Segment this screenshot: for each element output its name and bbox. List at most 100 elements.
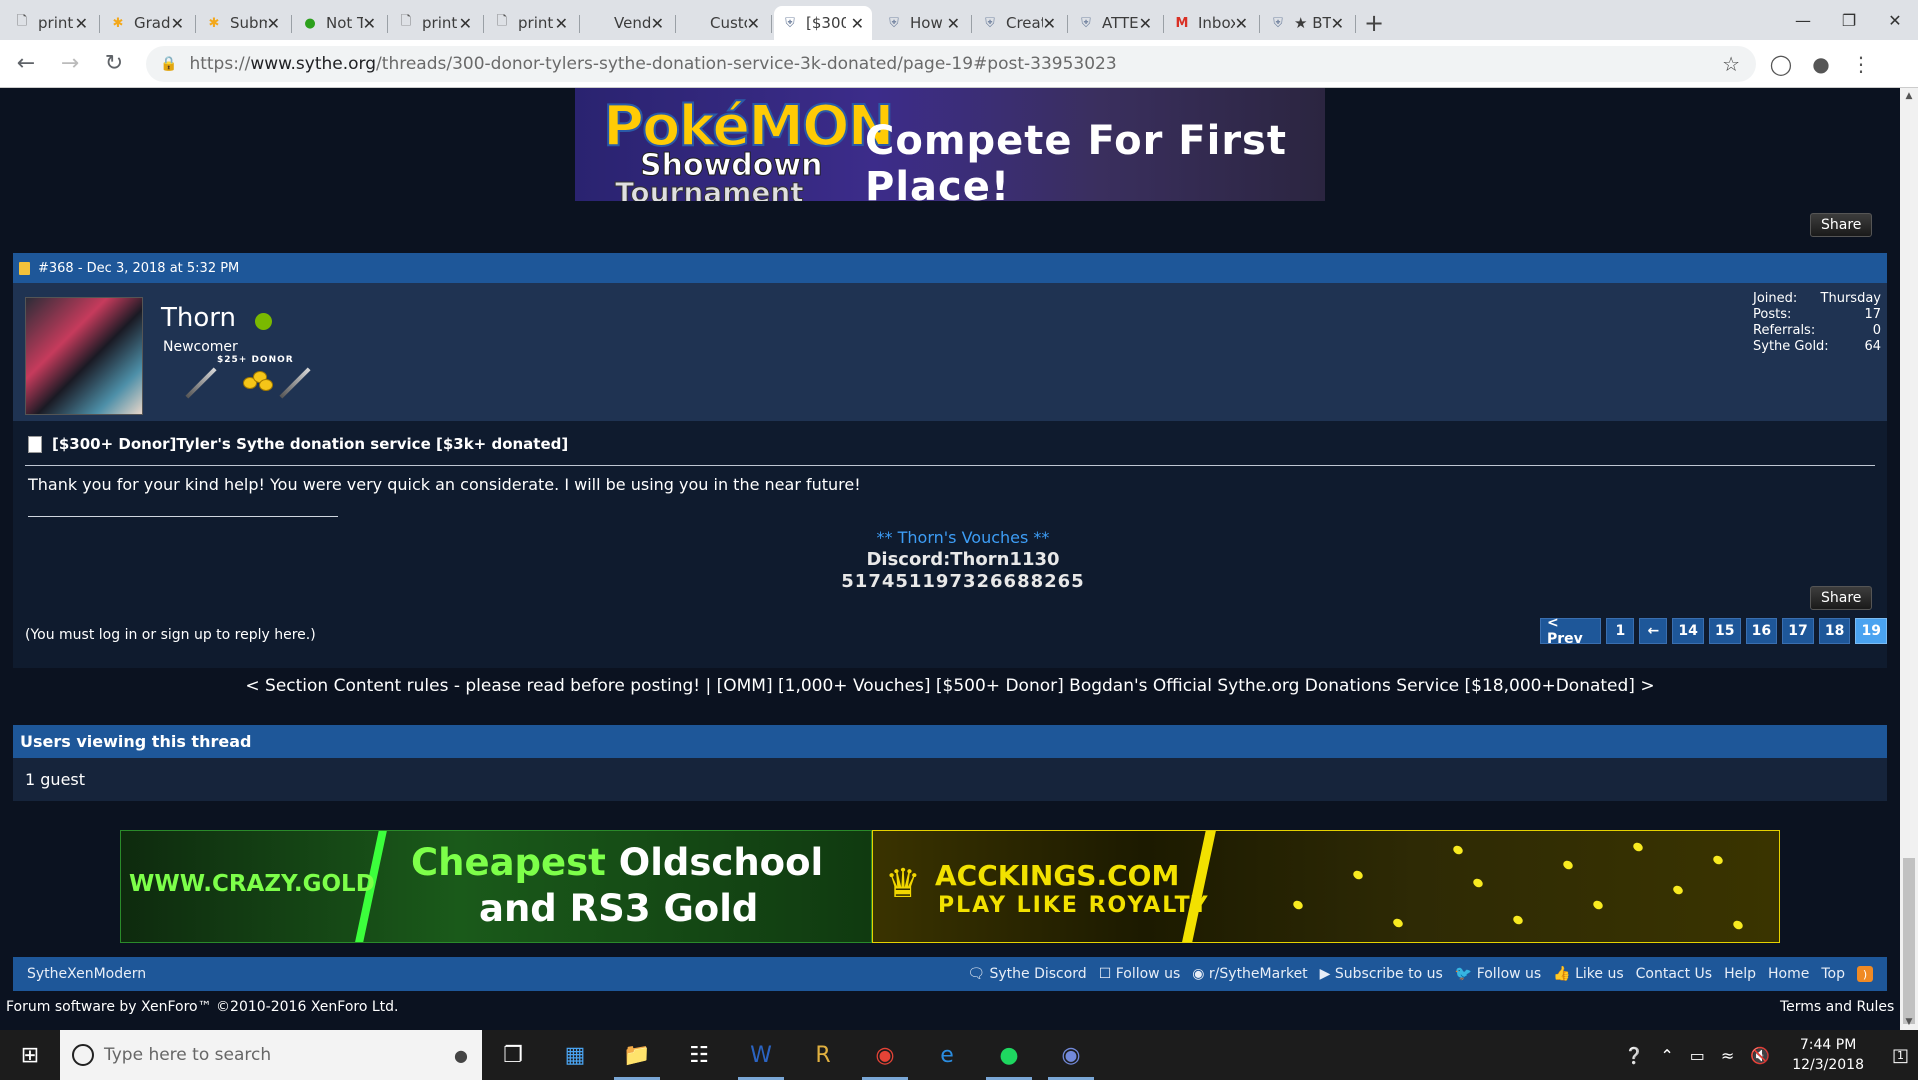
back-button[interactable]: ← xyxy=(8,46,44,82)
footer-link[interactable]: 🐦 Follow us xyxy=(1455,966,1541,982)
windows-start-icon[interactable]: ⊞ xyxy=(0,1030,60,1080)
close-icon[interactable]: ✕ xyxy=(947,14,960,33)
bookmark-star-icon[interactable]: ☆ xyxy=(1722,52,1740,76)
close-icon[interactable]: ✕ xyxy=(75,14,88,33)
page-button[interactable]: 19 xyxy=(1855,618,1887,644)
close-icon[interactable]: ✕ xyxy=(1331,14,1344,33)
extension-icon[interactable]: ◯ xyxy=(1766,49,1796,79)
browser-tab[interactable]: 🗋 print ✕ xyxy=(486,6,580,40)
pokemon-tournament-banner[interactable]: PokéMON Showdown Tournament Compete For … xyxy=(575,88,1325,201)
share-button[interactable]: Share xyxy=(1810,586,1873,610)
browser-tab[interactable]: Custo✕ xyxy=(678,6,772,40)
page-button[interactable]: 17 xyxy=(1782,618,1814,644)
menu-kebab-icon[interactable]: ⋮ xyxy=(1846,49,1876,79)
page-button[interactable]: 15 xyxy=(1708,618,1741,644)
page-button[interactable]: 18 xyxy=(1818,618,1851,644)
wifi-icon[interactable]: ≈ xyxy=(1721,1046,1734,1065)
close-icon[interactable]: ✕ xyxy=(171,14,184,33)
new-tab-button[interactable]: + xyxy=(1364,6,1384,40)
page-button[interactable]: 16 xyxy=(1745,618,1778,644)
browser-tab[interactable]: ⛨ ATTE ✕ xyxy=(1070,6,1164,40)
thread-title[interactable]: [$300+ Donor]Tyler's Sythe donation serv… xyxy=(52,435,568,453)
footer-link[interactable]: 🗨 Sythe Discord xyxy=(967,966,1086,982)
browser-tab[interactable]: ⛨ Creat ✕ xyxy=(974,6,1068,40)
restore-icon[interactable]: ❐ xyxy=(1826,0,1872,40)
footer-link[interactable]: Help xyxy=(1724,966,1756,982)
footer-link[interactable]: Top xyxy=(1821,966,1845,982)
reload-button[interactable]: ↻ xyxy=(96,46,132,82)
username-link[interactable]: Thorn xyxy=(161,303,236,333)
chrome-icon[interactable]: ◉ xyxy=(854,1030,916,1080)
avatar[interactable] xyxy=(25,297,143,415)
forward-button[interactable]: → xyxy=(52,46,88,82)
share-button-top[interactable]: Share xyxy=(1810,213,1873,237)
close-icon[interactable]: ✕ xyxy=(555,14,568,33)
notification-center-icon[interactable]: □ 1 xyxy=(1878,1045,1918,1066)
vouches-link[interactable]: ** Thorn's Vouches ** xyxy=(713,527,1213,549)
footer-link[interactable]: Contact Us xyxy=(1636,966,1712,982)
prev-page-button[interactable]: < Prev xyxy=(1540,615,1602,647)
close-icon[interactable]: ✕ xyxy=(363,14,376,33)
spotify-icon[interactable]: ● xyxy=(978,1030,1040,1080)
scroll-down-icon[interactable]: ▼ xyxy=(1900,1014,1918,1030)
footer-link[interactable]: ▶ Subscribe to us xyxy=(1320,966,1443,982)
crazy-gold-ad[interactable]: WWW.CRAZY.GOLD Cheapest Oldschool and RS… xyxy=(120,830,872,943)
chevron-up-icon[interactable]: ⌃ xyxy=(1660,1046,1673,1065)
url-input[interactable]: 🔒 https://www.sythe.org/threads/300-dono… xyxy=(146,45,1756,82)
battery-icon[interactable]: ▭ xyxy=(1690,1046,1705,1065)
terms-link[interactable]: Terms and Rules xyxy=(1780,999,1894,1015)
browser-tab[interactable]: 🗋 print ✕ xyxy=(390,6,484,40)
volume-muted-icon[interactable]: 🔇 xyxy=(1750,1046,1770,1065)
close-icon[interactable]: ✕ xyxy=(851,14,864,33)
taskbar-clock[interactable]: 7:44 PM 12/3/2018 xyxy=(1792,1035,1864,1075)
footer-link[interactable]: Home xyxy=(1768,966,1809,982)
browser-tab[interactable]: ● Not T ✕ xyxy=(294,6,388,40)
file-explorer-icon[interactable]: 📁 xyxy=(606,1030,668,1080)
word-icon[interactable]: W xyxy=(730,1030,792,1080)
profile-icon[interactable]: ● xyxy=(1806,49,1836,79)
footer-link[interactable]: 👍 Like us xyxy=(1553,966,1623,982)
thread-reference[interactable]: [$300+ Donor]Tyler's Sythe donation serv… xyxy=(28,435,568,453)
software-credit[interactable]: Forum software by XenForo™ ©2010-2016 Xe… xyxy=(6,999,398,1015)
page-button[interactable]: 14 xyxy=(1672,618,1704,644)
close-icon[interactable]: ✕ xyxy=(459,14,472,33)
page-button[interactable]: 1 xyxy=(1606,618,1635,644)
close-icon[interactable]: ✕ xyxy=(747,14,760,33)
close-icon[interactable]: ✕ xyxy=(1139,14,1152,33)
close-window-icon[interactable]: ✕ xyxy=(1872,0,1918,40)
style-chooser-link[interactable]: SytheXenModern xyxy=(27,966,146,982)
browser-tab[interactable]: Vend ✕ xyxy=(582,6,676,40)
page-scrollbar[interactable]: ▲ ▼ xyxy=(1900,88,1918,1030)
browser-tab[interactable]: ⛨ [$300 ✕ xyxy=(774,6,872,40)
footer-link[interactable]: ◉ r/SytheMarket xyxy=(1192,966,1307,982)
microphone-icon[interactable]: ● xyxy=(454,1046,468,1065)
rss-icon[interactable]: ) xyxy=(1857,966,1873,982)
browser-tab[interactable]: ⛨ How ✕ xyxy=(878,6,972,40)
taskbar-search-input[interactable]: Type here to search ● xyxy=(60,1030,482,1080)
page-button[interactable]: ← xyxy=(1639,618,1668,644)
store-icon[interactable]: ▦ xyxy=(544,1030,606,1080)
scroll-up-icon[interactable]: ▲ xyxy=(1900,88,1918,104)
tab-label: ATTE xyxy=(1102,14,1139,32)
discord-icon[interactable]: ◉ xyxy=(1040,1030,1102,1080)
footer-link[interactable]: ☐ Follow us xyxy=(1099,966,1181,982)
close-icon[interactable]: ✕ xyxy=(1235,14,1248,33)
post-permalink[interactable]: #368 - Dec 3, 2018 at 5:32 PM xyxy=(38,261,239,276)
close-icon[interactable]: ✕ xyxy=(267,14,280,33)
browser-tab[interactable]: ✱ Subm ✕ xyxy=(198,6,292,40)
browser-tab[interactable]: M Inbox✕ xyxy=(1166,6,1260,40)
browser-tab[interactable]: ✱ Grade✕ xyxy=(102,6,196,40)
help-icon[interactable]: ❔ xyxy=(1624,1046,1644,1065)
edge-icon[interactable]: e xyxy=(916,1030,978,1080)
browser-tab[interactable]: ⛨ ★ BTC✕ xyxy=(1262,6,1356,40)
close-icon[interactable]: ✕ xyxy=(651,14,664,33)
calculator-icon[interactable]: ☷ xyxy=(668,1030,730,1080)
minimize-icon[interactable]: — xyxy=(1780,0,1826,40)
runelite-icon[interactable]: R xyxy=(792,1030,854,1080)
browser-tab[interactable]: 🗋 print ✕ xyxy=(6,6,100,40)
thread-navigation[interactable]: < Section Content rules - please read be… xyxy=(0,676,1900,696)
acckings-ad[interactable]: ♛ ACCKINGS.COM PLAY LIKE ROYALTY xyxy=(872,830,1780,943)
task-view-icon[interactable]: ❐ xyxy=(482,1030,544,1080)
scrollbar-thumb[interactable] xyxy=(1903,858,1915,1024)
close-icon[interactable]: ✕ xyxy=(1043,14,1056,33)
